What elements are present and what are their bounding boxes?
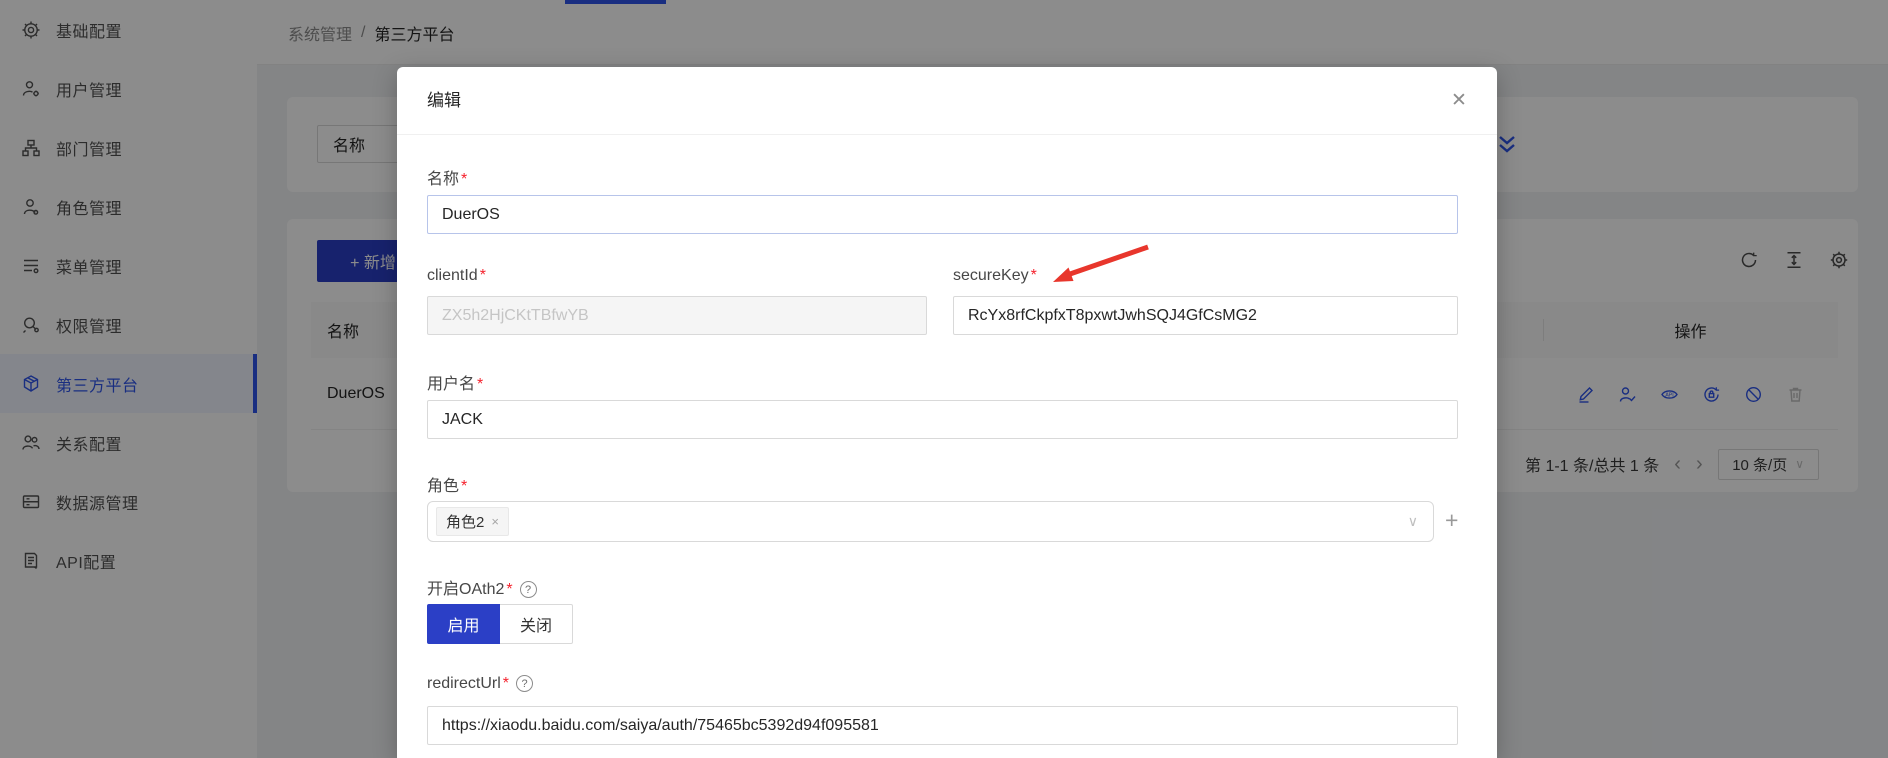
clientid-field-label: clientId* <box>427 267 486 285</box>
required-mark: * <box>461 171 467 188</box>
securekey-input[interactable] <box>953 296 1458 335</box>
role-field-label: 角色* <box>427 472 467 496</box>
redirecturl-field-label: redirectUrl*? <box>427 675 533 693</box>
clientid-input <box>427 296 927 335</box>
required-mark: * <box>480 267 486 284</box>
screen: 基础配置 用户管理 部门管理 角色管理 菜单管理 权限管理 第三方平台 关系配 <box>0 0 1888 758</box>
oauth-enable-button[interactable]: 启用 <box>427 604 500 644</box>
question-circle-icon: ? <box>516 675 533 692</box>
oauth-field-label: 开启OAth2*? <box>427 575 537 599</box>
securekey-field-label: secureKey* <box>953 267 1037 285</box>
modal-title: 编辑 <box>427 67 461 135</box>
tag-close-icon[interactable]: × <box>491 514 499 529</box>
name-input[interactable] <box>427 195 1458 234</box>
edit-modal: 编辑 ✕ 名称* clientId* secureKey* 用户名* 角色* 角… <box>397 67 1497 758</box>
required-mark: * <box>477 376 483 393</box>
chevron-down-icon: ∨ <box>1408 513 1418 530</box>
role-tag: 角色2 × <box>436 507 509 536</box>
required-mark: * <box>506 581 512 598</box>
name-field-label: 名称* <box>427 165 467 189</box>
question-circle-icon: ? <box>520 581 537 598</box>
redirecturl-input[interactable] <box>427 706 1458 745</box>
role-multiselect[interactable]: 角色2 × ∨ <box>427 501 1434 542</box>
modal-header: 编辑 ✕ <box>397 67 1497 135</box>
username-field-label: 用户名* <box>427 370 483 394</box>
required-mark: * <box>503 675 509 692</box>
required-mark: * <box>1031 267 1037 284</box>
oauth-disable-button[interactable]: 关闭 <box>500 604 573 644</box>
role-tag-label: 角色2 <box>446 511 484 532</box>
username-input[interactable] <box>427 400 1458 439</box>
required-mark: * <box>461 478 467 495</box>
close-icon[interactable]: ✕ <box>1447 89 1471 113</box>
add-role-button[interactable]: + <box>1445 509 1458 532</box>
oauth-toggle: 启用 关闭 <box>427 604 573 644</box>
